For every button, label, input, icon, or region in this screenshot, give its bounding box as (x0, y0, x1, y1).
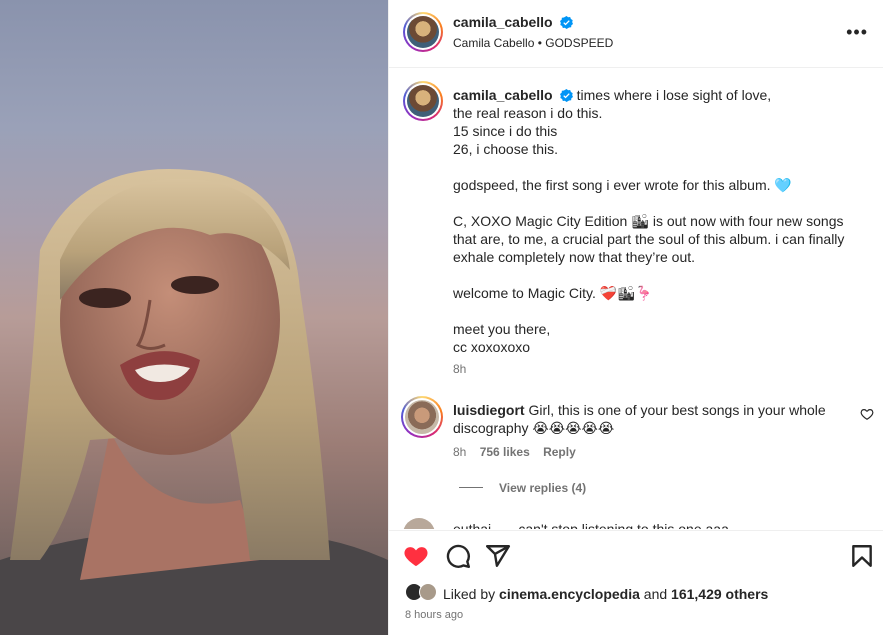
caption-text: C, XOXO Magic City Edition 🏙 is out now … (453, 213, 844, 229)
share-icon[interactable] (485, 543, 511, 569)
reply-button[interactable]: Reply (543, 445, 576, 459)
comment-time[interactable]: 8h (453, 445, 466, 459)
author-username[interactable]: camila_cabello (453, 14, 553, 30)
comments-scroll-area[interactable]: camila_cabello times where i lose sight o… (389, 69, 883, 529)
replies-divider (459, 487, 483, 488)
caption-text: 15 since i do this (453, 123, 558, 139)
liked-by-avatars[interactable] (405, 583, 439, 603)
caption-text: exhale completely now that they’re out. (453, 249, 696, 265)
post-detail-panel: camila_cabello Camila Cabello • GODSPEED… (388, 0, 883, 635)
liker-avatar (419, 583, 437, 601)
comment-likes[interactable]: 756 likes (480, 445, 530, 459)
caption: camila_cabello times where i lose sight o… (453, 86, 853, 356)
comment-meta: 8h 756 likes Reply (453, 445, 586, 459)
liked-by-prefix: Liked by (443, 586, 496, 602)
caption-blank (453, 194, 853, 212)
caption-text: times where i lose sight of love, (576, 87, 772, 103)
liked-by-and: and (643, 586, 668, 602)
post-media[interactable] (0, 0, 388, 635)
comment: luisdiegort Girl, this is one of your be… (453, 401, 833, 437)
caption-text: meet you there, (453, 321, 551, 337)
commenter-username[interactable]: luisdiegort (453, 402, 525, 418)
next-commenter-avatar[interactable] (403, 518, 435, 529)
post-timestamp[interactable]: 8 hours ago (405, 609, 463, 621)
caption-timestamp[interactable]: 8h (453, 362, 466, 376)
verified-icon (559, 89, 573, 102)
caption-avatar[interactable] (403, 81, 443, 121)
more-options-icon[interactable]: ••• (846, 22, 868, 43)
caption-text: cc xoxoxoxo (453, 339, 531, 355)
post-photo (0, 169, 388, 635)
caption-text: 26, i choose this. (453, 141, 559, 157)
verified-icon (560, 16, 574, 29)
liked-by-others[interactable]: 161,429 others (671, 586, 768, 602)
caption-text: the real reason i do this. (453, 105, 603, 121)
audio-link[interactable]: Camila Cabello • GODSPEED (453, 36, 613, 50)
view-replies-button[interactable]: View replies (4) (459, 481, 586, 495)
comment-icon[interactable] (445, 543, 471, 569)
like-heart-icon[interactable] (403, 543, 429, 569)
author-name-row: camila_cabello (453, 14, 574, 32)
liked-by-user[interactable]: cinema.encyclopedia (499, 586, 640, 602)
caption-line-0: camila_cabello times where i lose sight o… (453, 86, 853, 104)
view-replies-label: View replies (4) (499, 481, 587, 495)
post-header: camila_cabello Camila Cabello • GODSPEED… (389, 0, 883, 68)
next-comment-text: euthai___ can't stop listening to this o… (453, 521, 729, 529)
caption-blank (453, 266, 853, 284)
caption-blank (453, 158, 853, 176)
liked-by: Liked by cinema.encyclopedia and 161,429… (443, 586, 768, 602)
commenter-avatar[interactable] (401, 396, 443, 438)
caption-text: that are, to me, a crucial part the soul… (453, 231, 845, 247)
author-avatar[interactable] (403, 12, 443, 52)
caption-text: godspeed, the first song i ever wrote fo… (453, 177, 792, 193)
caption-text: welcome to Magic City. ❤️‍🩹🏙🦩 (453, 285, 653, 301)
post-actions: Liked by cinema.encyclopedia and 161,429… (389, 530, 883, 635)
caption-username[interactable]: camila_cabello (453, 87, 553, 103)
save-bookmark-icon[interactable] (849, 543, 875, 569)
comment-like-icon[interactable] (860, 407, 874, 421)
caption-blank (453, 302, 853, 320)
